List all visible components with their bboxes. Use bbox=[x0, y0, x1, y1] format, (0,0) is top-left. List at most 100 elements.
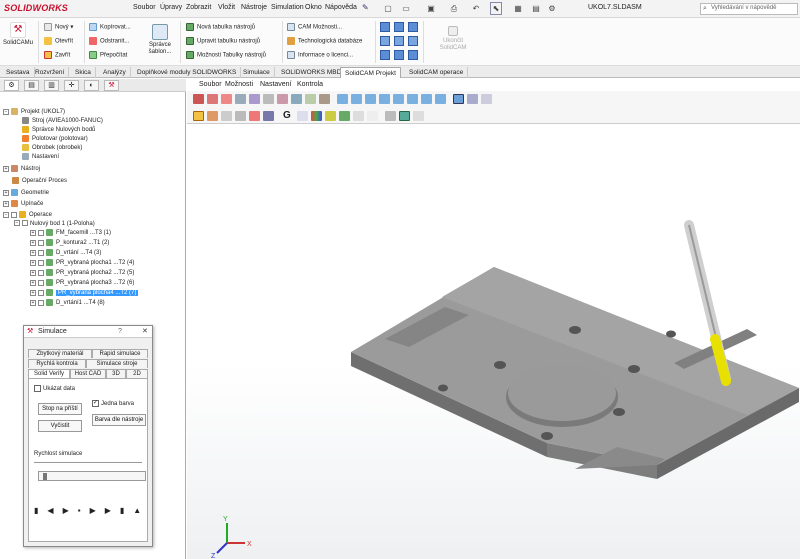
checkbox-icon[interactable] bbox=[38, 249, 44, 256]
menu-insert[interactable]: Vložit bbox=[218, 4, 235, 11]
tree-fixtures[interactable]: + Upínače bbox=[3, 200, 43, 209]
new-doc-icon[interactable]: ▢ bbox=[382, 2, 394, 15]
clear-button[interactable]: Vyčistit bbox=[38, 420, 82, 432]
grid-icon[interactable] bbox=[408, 36, 418, 46]
tech-db-button[interactable]: Technologická databáze bbox=[287, 37, 362, 45]
pin-icon[interactable]: ✎ bbox=[362, 3, 369, 12]
tree-op[interactable]: + FM_facemill ...T3 (1) bbox=[30, 229, 111, 238]
tree-machine[interactable]: Stroj (AVIEA1000-FANUC) bbox=[22, 117, 103, 126]
remove-button[interactable]: Odstranit... bbox=[89, 37, 129, 45]
checkbox-icon[interactable] bbox=[22, 220, 28, 227]
slider-thumb[interactable] bbox=[43, 473, 47, 480]
expand-icon[interactable]: + bbox=[30, 229, 36, 236]
view-icon[interactable] bbox=[305, 94, 316, 104]
display-manager-icon[interactable]: ◐ bbox=[84, 80, 99, 91]
rotate-icon[interactable] bbox=[249, 94, 260, 104]
view-icon[interactable] bbox=[353, 111, 364, 121]
view-icon[interactable] bbox=[291, 94, 302, 104]
expand-icon[interactable]: + bbox=[30, 239, 36, 246]
grid-icon[interactable] bbox=[408, 50, 418, 60]
new-button[interactable]: Nový ▾ bbox=[44, 23, 73, 31]
checkbox-icon[interactable] bbox=[38, 239, 44, 246]
help-icon[interactable]: ? bbox=[118, 326, 122, 338]
tree-op[interactable]: + PR_vybraná plocha3 ...T2 (6) bbox=[30, 279, 134, 288]
view-icon[interactable] bbox=[413, 111, 424, 121]
view-icon[interactable] bbox=[319, 94, 330, 104]
end-icon[interactable]: ▶▮ bbox=[105, 506, 134, 515]
checkbox-icon[interactable] bbox=[38, 259, 44, 266]
checkbox[interactable] bbox=[34, 385, 41, 392]
configuration-icon[interactable]: ▥ bbox=[44, 80, 59, 91]
menu-edit[interactable]: Úpravy bbox=[160, 4, 182, 11]
tree-settings[interactable]: Nastavení bbox=[22, 153, 59, 162]
wireframe-icon[interactable] bbox=[467, 94, 478, 104]
recalc-button[interactable]: Přepočítat bbox=[89, 51, 127, 59]
save-icon[interactable]: ▣ bbox=[425, 2, 437, 15]
cube-view-icon[interactable] bbox=[379, 94, 390, 104]
tree-op[interactable]: + P_kontura2 ...T1 (2) bbox=[30, 239, 109, 248]
open-icon[interactable]: ▭ bbox=[400, 2, 412, 15]
expand-icon[interactable]: + bbox=[30, 299, 36, 306]
cube-view-icon[interactable] bbox=[435, 94, 446, 104]
menu-view[interactable]: Zobrazit bbox=[186, 4, 211, 11]
feature-manager-icon[interactable]: ⚙ bbox=[4, 80, 19, 91]
tree-target[interactable]: Obrobek (obrobek) bbox=[22, 144, 82, 153]
new-tool-table-button[interactable]: Nová tabulka nástrojů bbox=[186, 23, 255, 31]
collapse-icon[interactable]: − bbox=[3, 108, 9, 115]
tool-color-button[interactable]: Barva dle nástroje bbox=[92, 414, 146, 426]
collapse-icon[interactable]: − bbox=[14, 220, 20, 227]
view-menu-file[interactable]: Soubor bbox=[199, 79, 222, 91]
color-view-icon[interactable] bbox=[249, 111, 260, 121]
pan-icon[interactable] bbox=[235, 94, 246, 104]
color-bars-icon[interactable] bbox=[311, 111, 322, 121]
cube-view-icon[interactable] bbox=[407, 94, 418, 104]
tree-op[interactable]: + D_vrtání ...T4 (3) bbox=[30, 249, 101, 258]
expand-icon[interactable]: + bbox=[30, 279, 36, 286]
tab-2d[interactable]: 2D bbox=[126, 369, 148, 378]
exit-solidcam-button[interactable]: Ukončit SolidCAM bbox=[435, 26, 471, 52]
grid-icon[interactable] bbox=[408, 22, 418, 32]
copy-button[interactable]: Kopírovat... bbox=[89, 23, 131, 31]
expand-icon[interactable]: + bbox=[30, 259, 36, 266]
license-info-button[interactable]: Informace o licenci... bbox=[287, 51, 353, 59]
fixture-view-icon[interactable] bbox=[221, 111, 232, 121]
tab-assembly[interactable]: Sestava bbox=[2, 67, 35, 78]
tree-op-selected[interactable]: + PR_vybraná plocha4 ...T2 (7) bbox=[30, 289, 139, 298]
tab-analysis[interactable]: Analýzy bbox=[99, 67, 131, 78]
hidden-lines-icon[interactable] bbox=[481, 94, 492, 104]
expand-icon[interactable]: + bbox=[3, 200, 9, 207]
checkbox-icon[interactable] bbox=[38, 299, 44, 306]
view-menu-check[interactable]: Kontrola bbox=[297, 79, 323, 91]
expand-icon[interactable]: + bbox=[3, 189, 9, 196]
select-icon[interactable]: ⬉ bbox=[490, 2, 502, 15]
solidcam-button[interactable]: ⚒ SolidCAMu bbox=[2, 22, 34, 46]
close-icon[interactable]: ✕ bbox=[142, 326, 148, 338]
options-gear-icon[interactable]: ⚙ bbox=[546, 2, 558, 15]
checkbox-icon[interactable] bbox=[38, 229, 44, 236]
open-button[interactable]: Otevřít bbox=[44, 37, 73, 45]
step-back-icon[interactable]: ▮◀ bbox=[34, 506, 63, 515]
tab-simulation[interactable]: Simulace bbox=[239, 67, 275, 78]
view-icon[interactable] bbox=[297, 111, 308, 121]
cam-options-button[interactable]: CAM Možnosti... bbox=[287, 23, 342, 31]
grid-icon[interactable] bbox=[380, 22, 390, 32]
view-icon[interactable] bbox=[385, 111, 396, 121]
tree-op[interactable]: + PR_vybraná plocha2 ...T2 (5) bbox=[30, 269, 134, 278]
menu-simulation[interactable]: Simulation bbox=[271, 4, 304, 11]
speed-slider-track[interactable] bbox=[34, 462, 142, 463]
checkbox-icon[interactable] bbox=[38, 289, 44, 296]
tab-solidcam-operations[interactable]: SolidCAM operace bbox=[405, 67, 469, 78]
help-search-input[interactable]: ⌕ Vyhledávání v nápovědě bbox=[700, 3, 798, 15]
cube-view-icon[interactable] bbox=[365, 94, 376, 104]
gcode-icon[interactable]: G bbox=[283, 110, 291, 121]
cube-view-icon[interactable] bbox=[337, 94, 348, 104]
stock-view-icon[interactable] bbox=[193, 111, 204, 121]
cube-view-icon[interactable] bbox=[393, 94, 404, 104]
grid-icon[interactable] bbox=[394, 50, 404, 60]
play-icon[interactable]: ▶ bbox=[63, 506, 78, 515]
view-icon[interactable] bbox=[277, 94, 288, 104]
tab-machine-sim[interactable]: Simulace stroje bbox=[86, 359, 148, 368]
checkbox-checked[interactable]: ✓ bbox=[92, 400, 99, 407]
property-manager-icon[interactable]: ▤ bbox=[24, 80, 39, 91]
menu-file[interactable]: Soubor bbox=[133, 4, 156, 11]
